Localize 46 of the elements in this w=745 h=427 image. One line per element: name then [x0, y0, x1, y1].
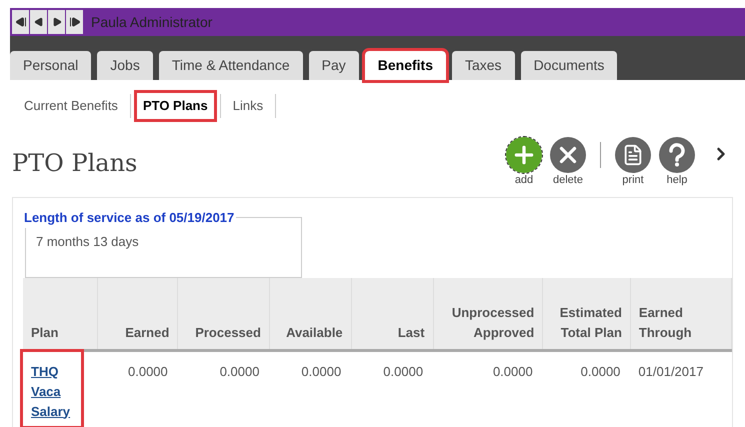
tab[interactable]: Benefits — [364, 51, 446, 80]
column-header: Available — [269, 278, 352, 350]
table-cell: 0.0000 — [542, 350, 630, 426]
column-header: Unprocessed Approved — [433, 278, 543, 350]
nav-button[interactable] — [48, 10, 65, 34]
table-cell: 0.0000 — [269, 350, 352, 426]
page-title: PTO Plans — [12, 148, 138, 179]
close-icon — [550, 137, 586, 173]
subtab[interactable]: Links — [226, 93, 270, 119]
tab[interactable]: Personal — [10, 51, 92, 80]
service-length: 7 months 13 days — [36, 232, 140, 251]
service-legend: Length of service as of 05/19/2017 — [24, 208, 236, 228]
help-button[interactable]: help — [659, 137, 695, 187]
column-header: Last — [351, 278, 434, 350]
column-header: Earned — [97, 278, 178, 350]
delete-button[interactable]: delete — [550, 137, 586, 187]
table-cell: 0.0000 — [97, 350, 178, 426]
column-header: Earned Through — [630, 278, 732, 350]
nav-button[interactable] — [12, 10, 29, 34]
first-icon — [14, 16, 26, 28]
nav-button[interactable] — [30, 10, 47, 34]
add-button[interactable]: add — [506, 137, 542, 187]
add-icon — [506, 137, 542, 173]
tab[interactable]: Pay — [308, 51, 359, 80]
table-cell: 0.0000 — [178, 350, 270, 426]
table-cell: 0.0000 — [433, 350, 543, 426]
tab[interactable]: Time & Attendance — [158, 51, 303, 80]
next-icon — [52, 17, 62, 27]
tab[interactable]: Jobs — [97, 51, 153, 80]
column-header: Processed — [178, 278, 270, 350]
table-cell: 0.0000 — [351, 350, 434, 426]
tab[interactable]: Taxes — [452, 51, 515, 80]
employee-name: Paula Administrator — [91, 12, 212, 32]
print-button[interactable]: print — [615, 137, 651, 187]
column-header: Estimated Total Plan — [542, 278, 630, 350]
table-cell: 01/01/2017 — [630, 350, 732, 426]
last-icon — [68, 16, 80, 28]
document-icon — [615, 137, 651, 173]
previous-icon — [34, 17, 44, 27]
nav-button[interactable] — [66, 10, 83, 34]
plan-link[interactable]: THQ Vaca Salary — [31, 362, 73, 422]
subtab[interactable]: Current Benefits — [18, 93, 124, 119]
column-header: Plan — [23, 278, 98, 350]
subtab[interactable]: PTO Plans — [136, 93, 214, 119]
tab[interactable]: Documents — [520, 51, 618, 80]
help-icon — [659, 137, 695, 173]
